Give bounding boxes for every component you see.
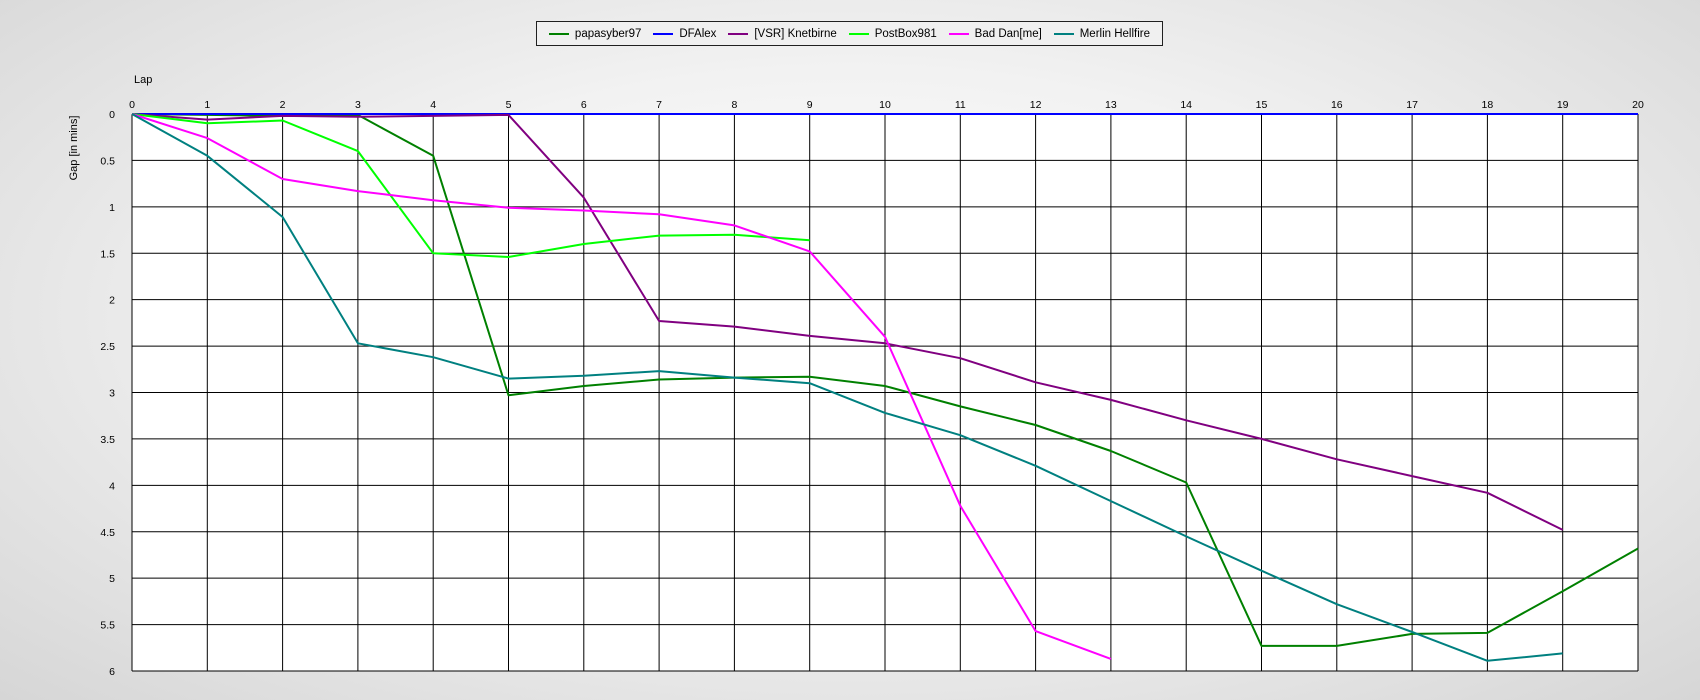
x-tick-label: 1 [204,99,210,111]
x-tick-label: 12 [1030,99,1042,111]
x-tick-label: 16 [1331,99,1343,111]
x-tick-label: 20 [1632,99,1644,111]
x-tick-label: 8 [731,99,737,111]
x-tick-label: 17 [1406,99,1418,111]
y-tick-label: 3.5 [100,434,115,446]
x-tick-label: 15 [1256,99,1268,111]
x-tick-label: 6 [581,99,587,111]
y-tick-label: 4.5 [100,527,115,539]
x-tick-label: 19 [1557,99,1569,111]
x-tick-label: 2 [280,99,286,111]
x-tick-label: 11 [955,99,966,111]
x-tick-label: 0 [129,99,135,111]
y-tick-label: 1.5 [100,248,115,260]
y-tick-label: 1 [109,202,115,214]
x-tick-label: 7 [656,99,662,111]
y-tick-label: 4 [109,480,115,492]
y-tick-label: 6 [109,666,115,678]
y-axis-title: Gap [in mins] [68,116,80,181]
x-tick-label: 3 [355,99,361,111]
y-tick-label: 3 [109,388,115,400]
y-tick-label: 0.5 [100,155,115,167]
x-tick-label: 14 [1180,99,1192,111]
chart-svg: 0 1 2 3 4 5 6 7 8 9 10 11 12 13 14 15 16 17 18 19 20 00.511.… [68,74,1644,678]
x-tick-label: 13 [1105,99,1117,111]
x-tick-label: 4 [430,99,436,111]
x-tick-label: 18 [1482,99,1494,111]
y-tick-label: 2 [109,295,115,307]
x-tick-label: 10 [879,99,891,111]
grid-lines [131,113,1639,672]
y-tick-label: 5.5 [100,620,115,632]
y-tick-label: 5 [109,573,115,585]
x-tick-label: 5 [506,99,512,111]
x-axis-title: Lap [134,74,152,86]
y-tick-label: 2.5 [100,341,115,353]
x-tick-label: 9 [807,99,813,111]
x-tick-labels: 0 1 2 3 4 5 6 7 8 9 10 11 12 13 14 15 16 17 18 19 20 [129,99,1644,111]
y-tick-label: 0 [109,109,115,121]
y-tick-labels: 0 0.5 1 1.5 2 2.5 3 3.5 4 4.5 5 5.5 6 [100,109,115,678]
